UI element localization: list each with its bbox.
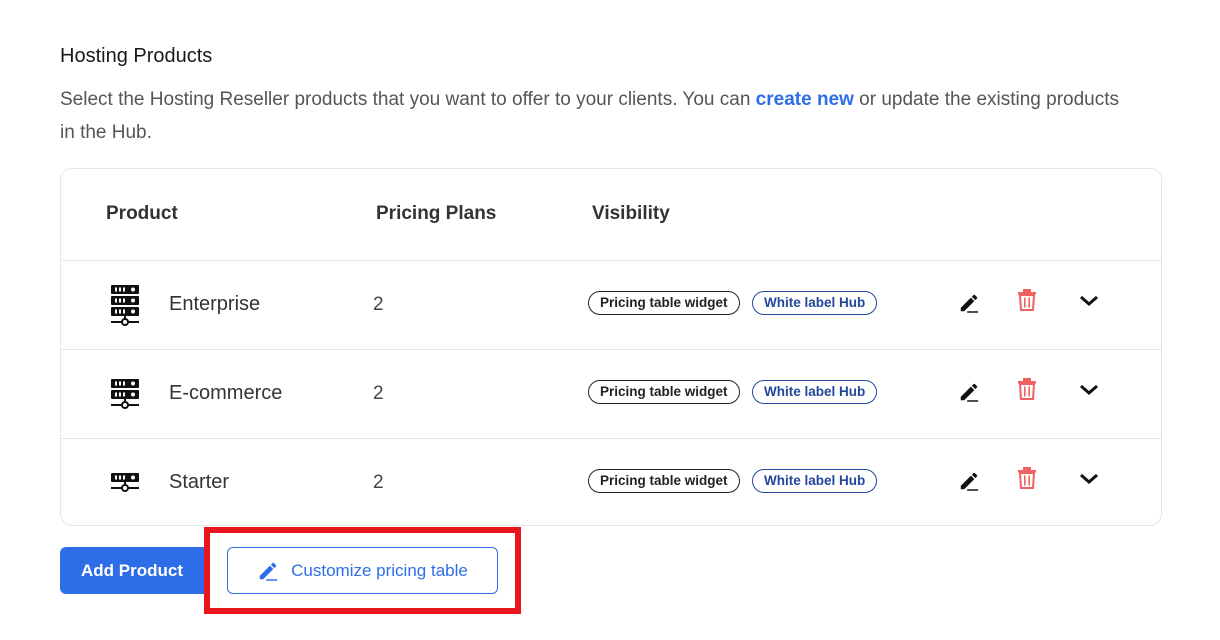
products-table: Product Pricing Plans Visibility Enterpr… — [60, 168, 1162, 526]
create-new-link[interactable]: create new — [756, 89, 854, 110]
product-name: Starter — [169, 471, 230, 493]
visibility-badge-pricing-table-widget: Pricing table widget — [588, 380, 740, 404]
pencil-icon — [259, 562, 278, 581]
product-name: E-commerce — [169, 382, 283, 404]
delete-button[interactable] — [1015, 466, 1039, 490]
server-stack-2-icon — [109, 374, 141, 414]
visibility-badge-white-label-hub: White label Hub — [752, 469, 878, 493]
pricing-plans-count: 2 — [373, 383, 384, 404]
pencil-icon — [960, 472, 979, 491]
trash-icon — [1018, 467, 1036, 489]
delete-button[interactable] — [1015, 377, 1039, 401]
customize-pricing-table-label: Customize pricing table — [291, 560, 468, 580]
chevron-down-icon — [1080, 473, 1098, 484]
section-description: Select the Hosting Reseller products tha… — [60, 83, 1120, 149]
visibility-badge-white-label-hub: White label Hub — [752, 380, 878, 404]
pencil-icon — [960, 294, 979, 313]
product-name: Enterprise — [169, 293, 261, 315]
edit-button[interactable] — [957, 291, 981, 315]
table-header: Product Pricing Plans Visibility — [61, 169, 1161, 261]
pencil-icon — [960, 383, 979, 402]
pricing-plans-count: 2 — [373, 472, 384, 493]
pricing-plans-count: 2 — [373, 294, 384, 315]
header-pricing-plans: Pricing Plans — [376, 203, 497, 224]
trash-icon — [1018, 289, 1036, 311]
delete-button[interactable] — [1015, 288, 1039, 312]
visibility-badge-pricing-table-widget: Pricing table widget — [588, 291, 740, 315]
expand-button[interactable] — [1077, 289, 1101, 313]
add-product-button[interactable]: Add Product — [60, 547, 204, 594]
description-text-start: Select the Hosting Reseller products tha… — [60, 89, 756, 110]
edit-button[interactable] — [957, 469, 981, 493]
table-row: E-commerce 2 Pricing table widget White … — [61, 350, 1161, 439]
expand-button[interactable] — [1077, 467, 1101, 491]
header-product: Product — [106, 203, 178, 224]
edit-button[interactable] — [957, 380, 981, 404]
server-stack-1-icon — [109, 463, 141, 503]
section-title: Hosting Products — [60, 45, 213, 67]
chevron-down-icon — [1080, 384, 1098, 395]
header-visibility: Visibility — [592, 203, 670, 224]
server-stack-3-icon — [109, 285, 141, 326]
expand-button[interactable] — [1077, 378, 1101, 402]
customize-pricing-table-button[interactable]: Customize pricing table — [227, 547, 498, 594]
visibility-badge-pricing-table-widget: Pricing table widget — [588, 469, 740, 493]
table-row: Starter 2 Pricing table widget White lab… — [61, 439, 1161, 525]
trash-icon — [1018, 378, 1036, 400]
table-row: Enterprise 2 Pricing table widget White … — [61, 261, 1161, 350]
chevron-down-icon — [1080, 295, 1098, 306]
visibility-badge-white-label-hub: White label Hub — [752, 291, 878, 315]
